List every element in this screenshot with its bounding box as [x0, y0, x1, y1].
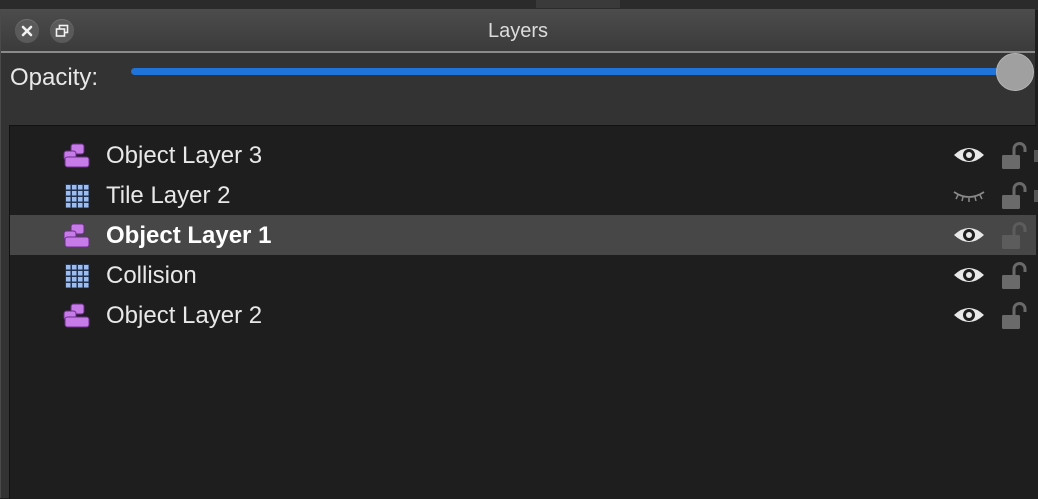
opacity-slider[interactable]: [131, 53, 1034, 91]
panel-titlebar: Layers: [1, 9, 1035, 53]
tile-layer-icon: [62, 263, 92, 289]
panel-title: Layers: [487, 20, 549, 42]
object-layer-icon: [62, 303, 92, 329]
layer-row[interactable]: Object Layer 3: [10, 135, 1036, 175]
unlock-icon[interactable]: [1000, 221, 1030, 251]
opacity-row: Opacity:: [1, 53, 1035, 123]
eye-icon[interactable]: [952, 224, 986, 246]
unlock-icon[interactable]: [1000, 141, 1030, 171]
layer-row[interactable]: Tile Layer 2: [10, 175, 1036, 215]
object-layer-icon: [62, 223, 92, 249]
tile-layer-icon: [62, 183, 92, 209]
layer-row[interactable]: Object Layer 2: [10, 295, 1036, 335]
eye-closed-icon[interactable]: [952, 184, 986, 206]
unlock-icon[interactable]: [1000, 261, 1030, 291]
eye-icon[interactable]: [952, 304, 986, 326]
layer-name: Object Layer 3: [106, 142, 263, 169]
layer-row[interactable]: Collision: [10, 255, 1036, 295]
opacity-slider-thumb[interactable]: [996, 53, 1034, 91]
layer-name: Object Layer 1: [106, 222, 272, 249]
background-tab[interactable]: [536, 0, 620, 8]
unlock-icon[interactable]: [1000, 181, 1030, 211]
eye-icon[interactable]: [952, 144, 986, 166]
unlock-icon[interactable]: [1000, 301, 1030, 331]
layer-row[interactable]: Object Layer 1: [10, 215, 1036, 255]
layer-list: Object Layer 3 Tile Layer 2 Object Layer…: [9, 125, 1036, 499]
layer-name: Object Layer 2: [106, 302, 263, 329]
layer-name: Collision: [106, 262, 197, 289]
object-layer-icon: [62, 143, 92, 169]
opacity-label: Opacity:: [10, 64, 99, 91]
layers-panel: Layers Opacity: Object Layer 3 Tile Laye…: [0, 9, 1036, 499]
edge-mark: [1034, 150, 1038, 162]
edge-mark: [1034, 190, 1038, 202]
eye-icon[interactable]: [952, 264, 986, 286]
layer-name: Tile Layer 2: [106, 182, 231, 209]
opacity-slider-fill: [131, 68, 1015, 75]
